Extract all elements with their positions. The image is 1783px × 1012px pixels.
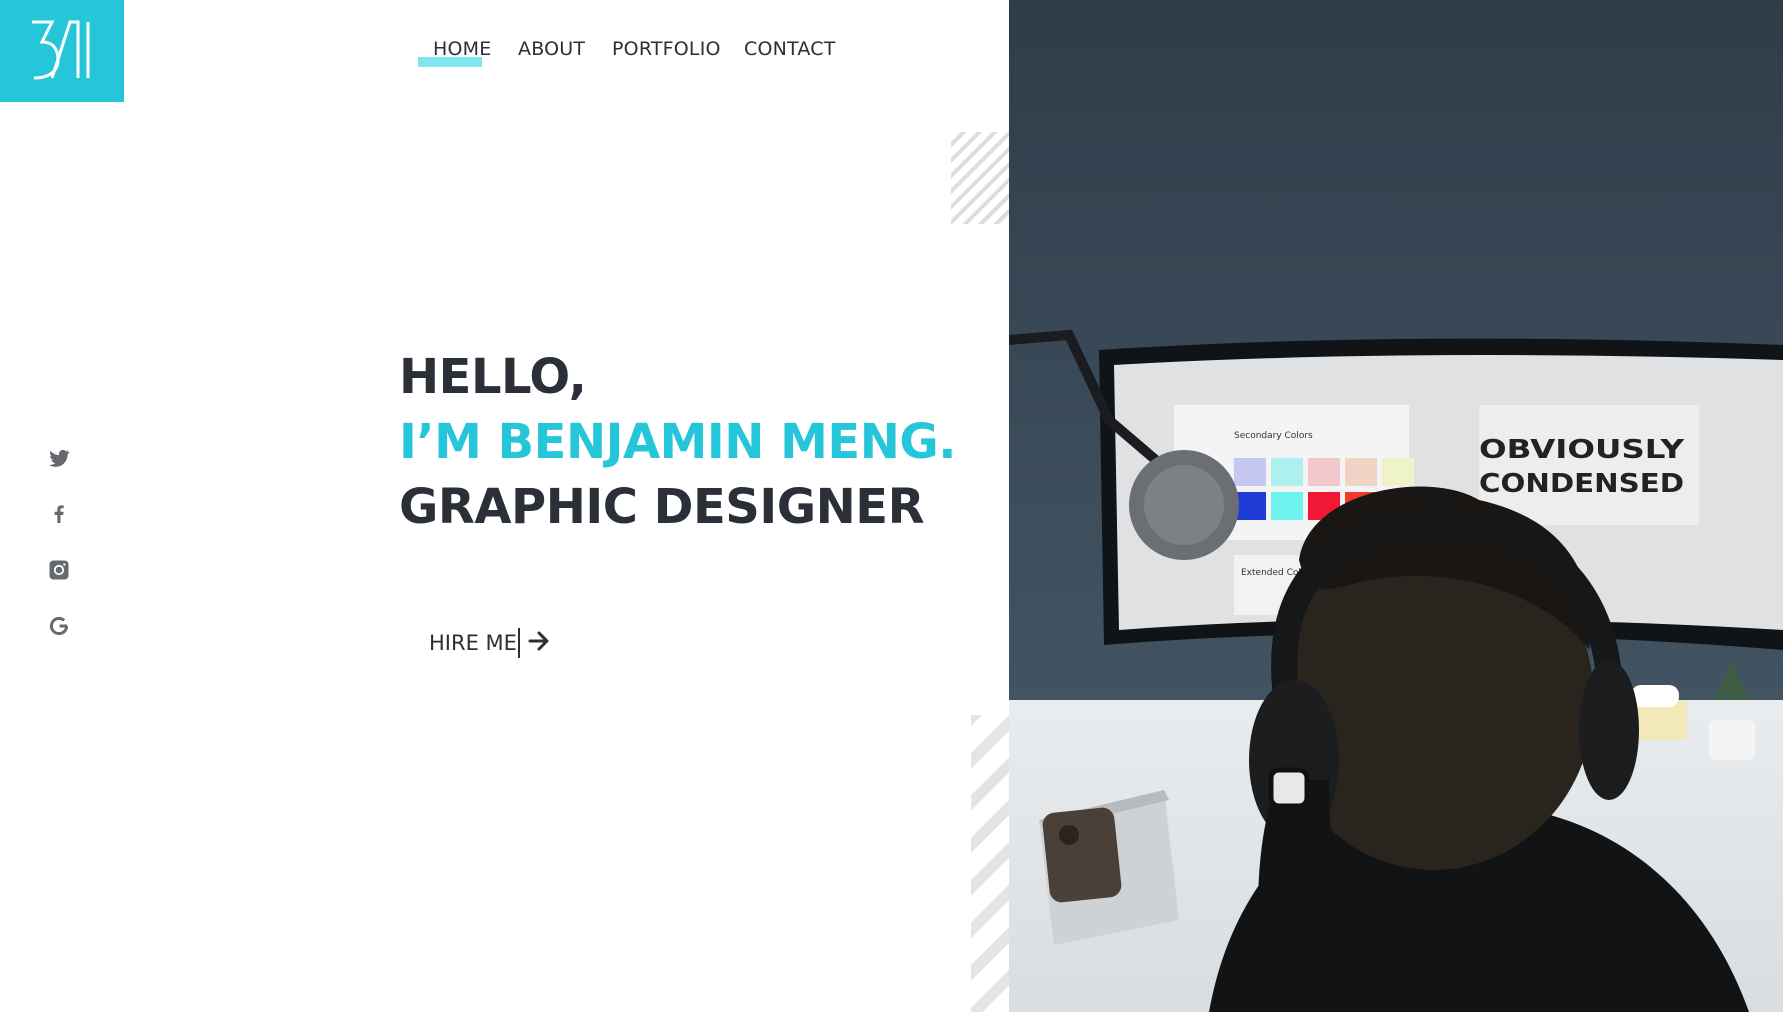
arrow-right-icon [528,631,550,655]
screen-label-secondary: Secondary Colors [1234,431,1313,441]
hero-name: I’M BENJAMIN MENG. [399,414,957,470]
screen-text-condensed: CONDENSED [1479,469,1684,499]
hero-greeting: HELLO, [399,349,587,405]
text-cursor [517,628,520,658]
instagram-icon[interactable] [47,558,71,582]
nav-contact-link[interactable]: CONTACT [744,38,836,60]
logo[interactable] [0,0,124,102]
twitter-icon[interactable] [47,446,71,470]
google-icon[interactable] [47,614,71,638]
decorative-stripes-top [951,132,1009,224]
nav-home-link[interactable]: HOME [433,38,491,60]
decorative-stripes-bottom [971,715,1009,1012]
logo-monogram-icon [32,20,90,80]
hero-photo: Secondary Colors OBVIOUSLY CONDENSED Ext… [1009,0,1783,1012]
screen-text-obviously: OBVIOUSLY [1479,435,1685,465]
hire-me-button[interactable]: HIRE ME [429,628,550,658]
hire-me-label: HIRE ME [429,631,517,655]
nav-about-link[interactable]: ABOUT [518,38,585,60]
facebook-icon[interactable] [47,502,71,526]
nav-portfolio-link[interactable]: PORTFOLIO [612,38,721,60]
hero-heading: HELLO, I’M BENJAMIN MENG. GRAPHIC DESIGN… [399,345,957,540]
hero-role: GRAPHIC DESIGNER [399,479,925,535]
